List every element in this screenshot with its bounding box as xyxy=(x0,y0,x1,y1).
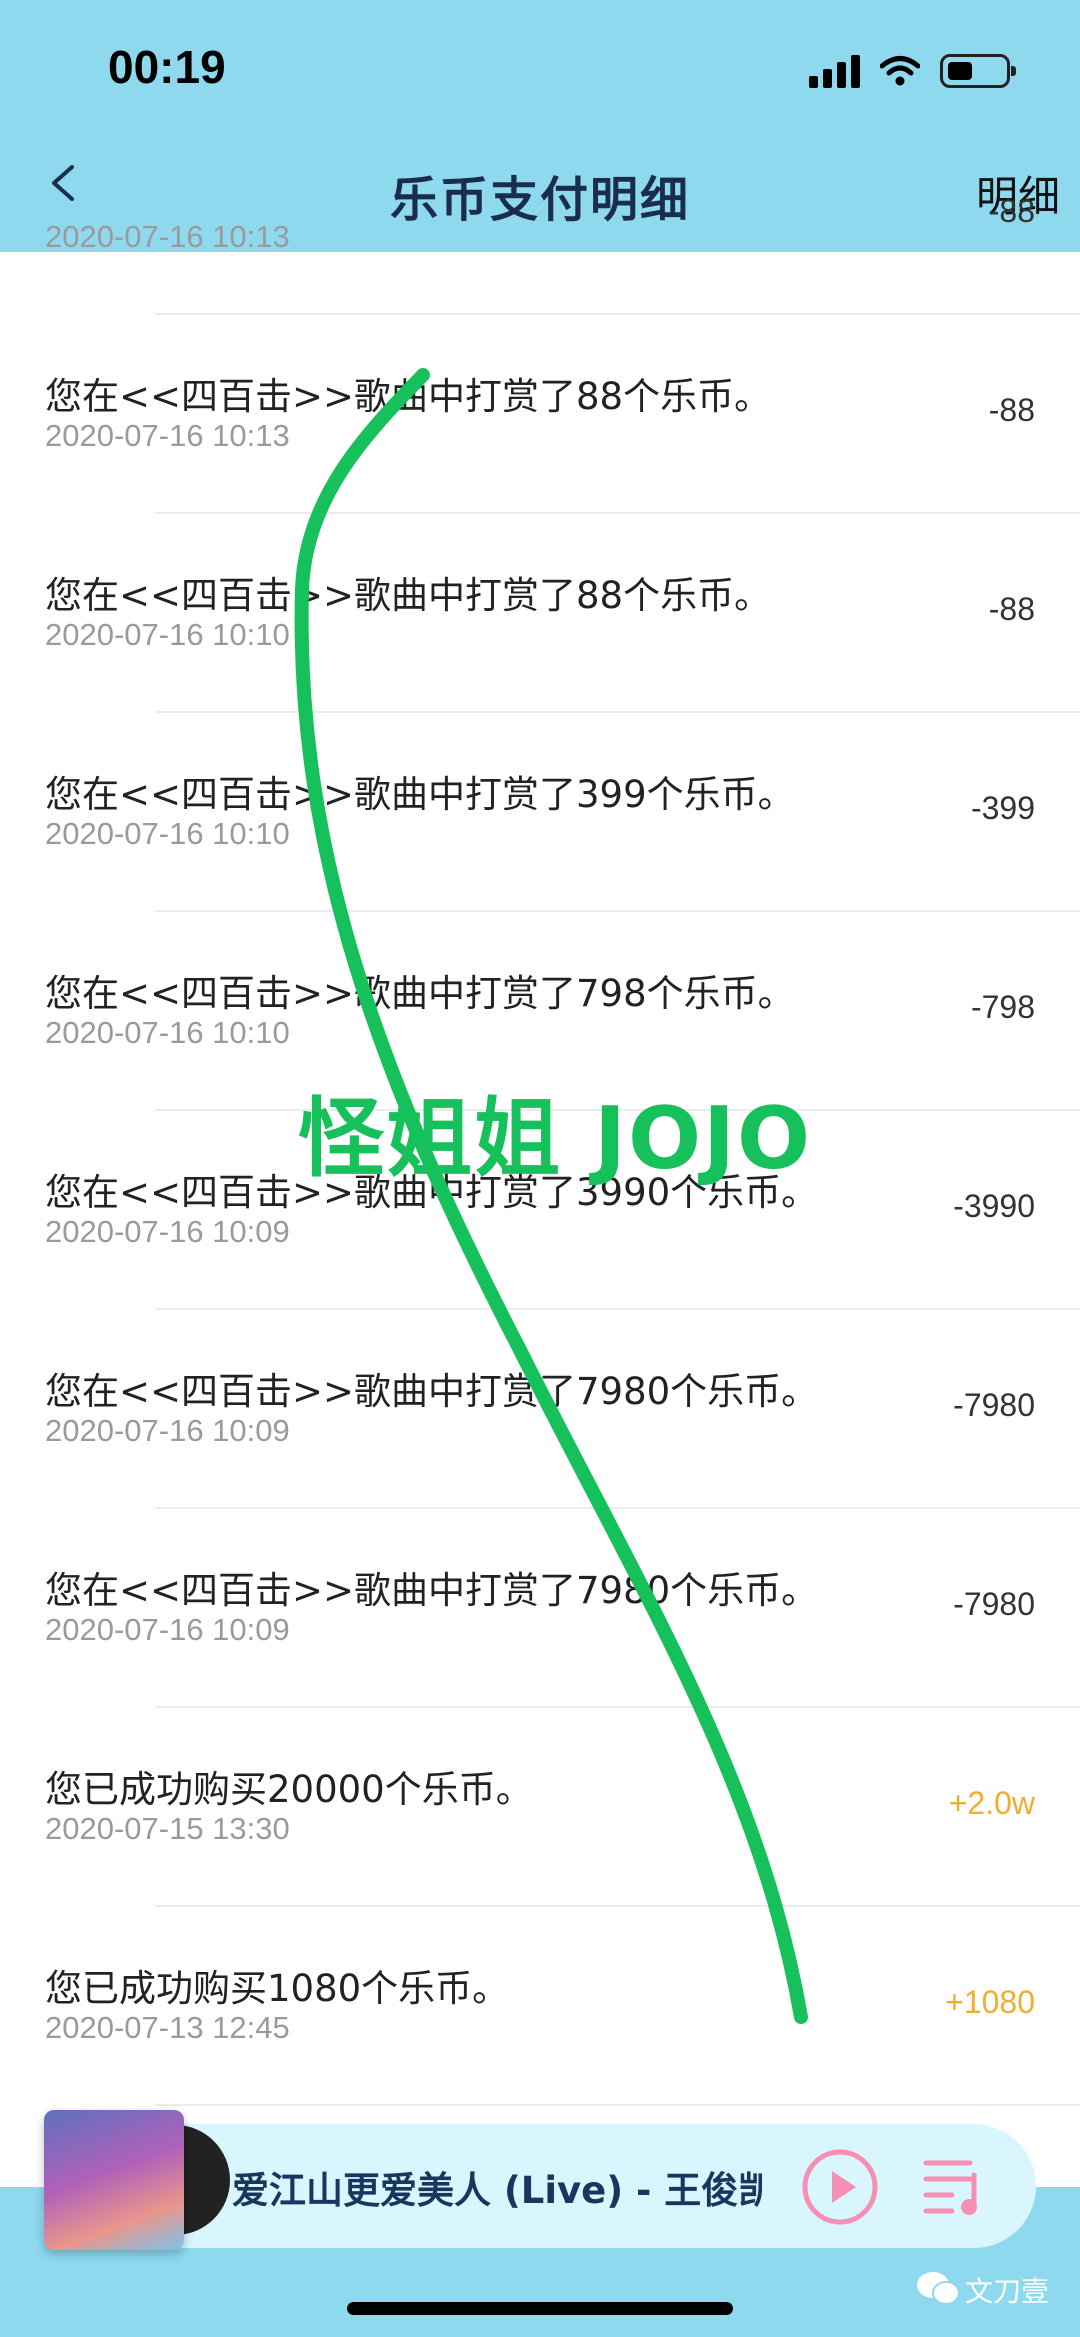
overlay-annotation-text: 怪姐姐 JOJO xyxy=(298,1089,813,1189)
